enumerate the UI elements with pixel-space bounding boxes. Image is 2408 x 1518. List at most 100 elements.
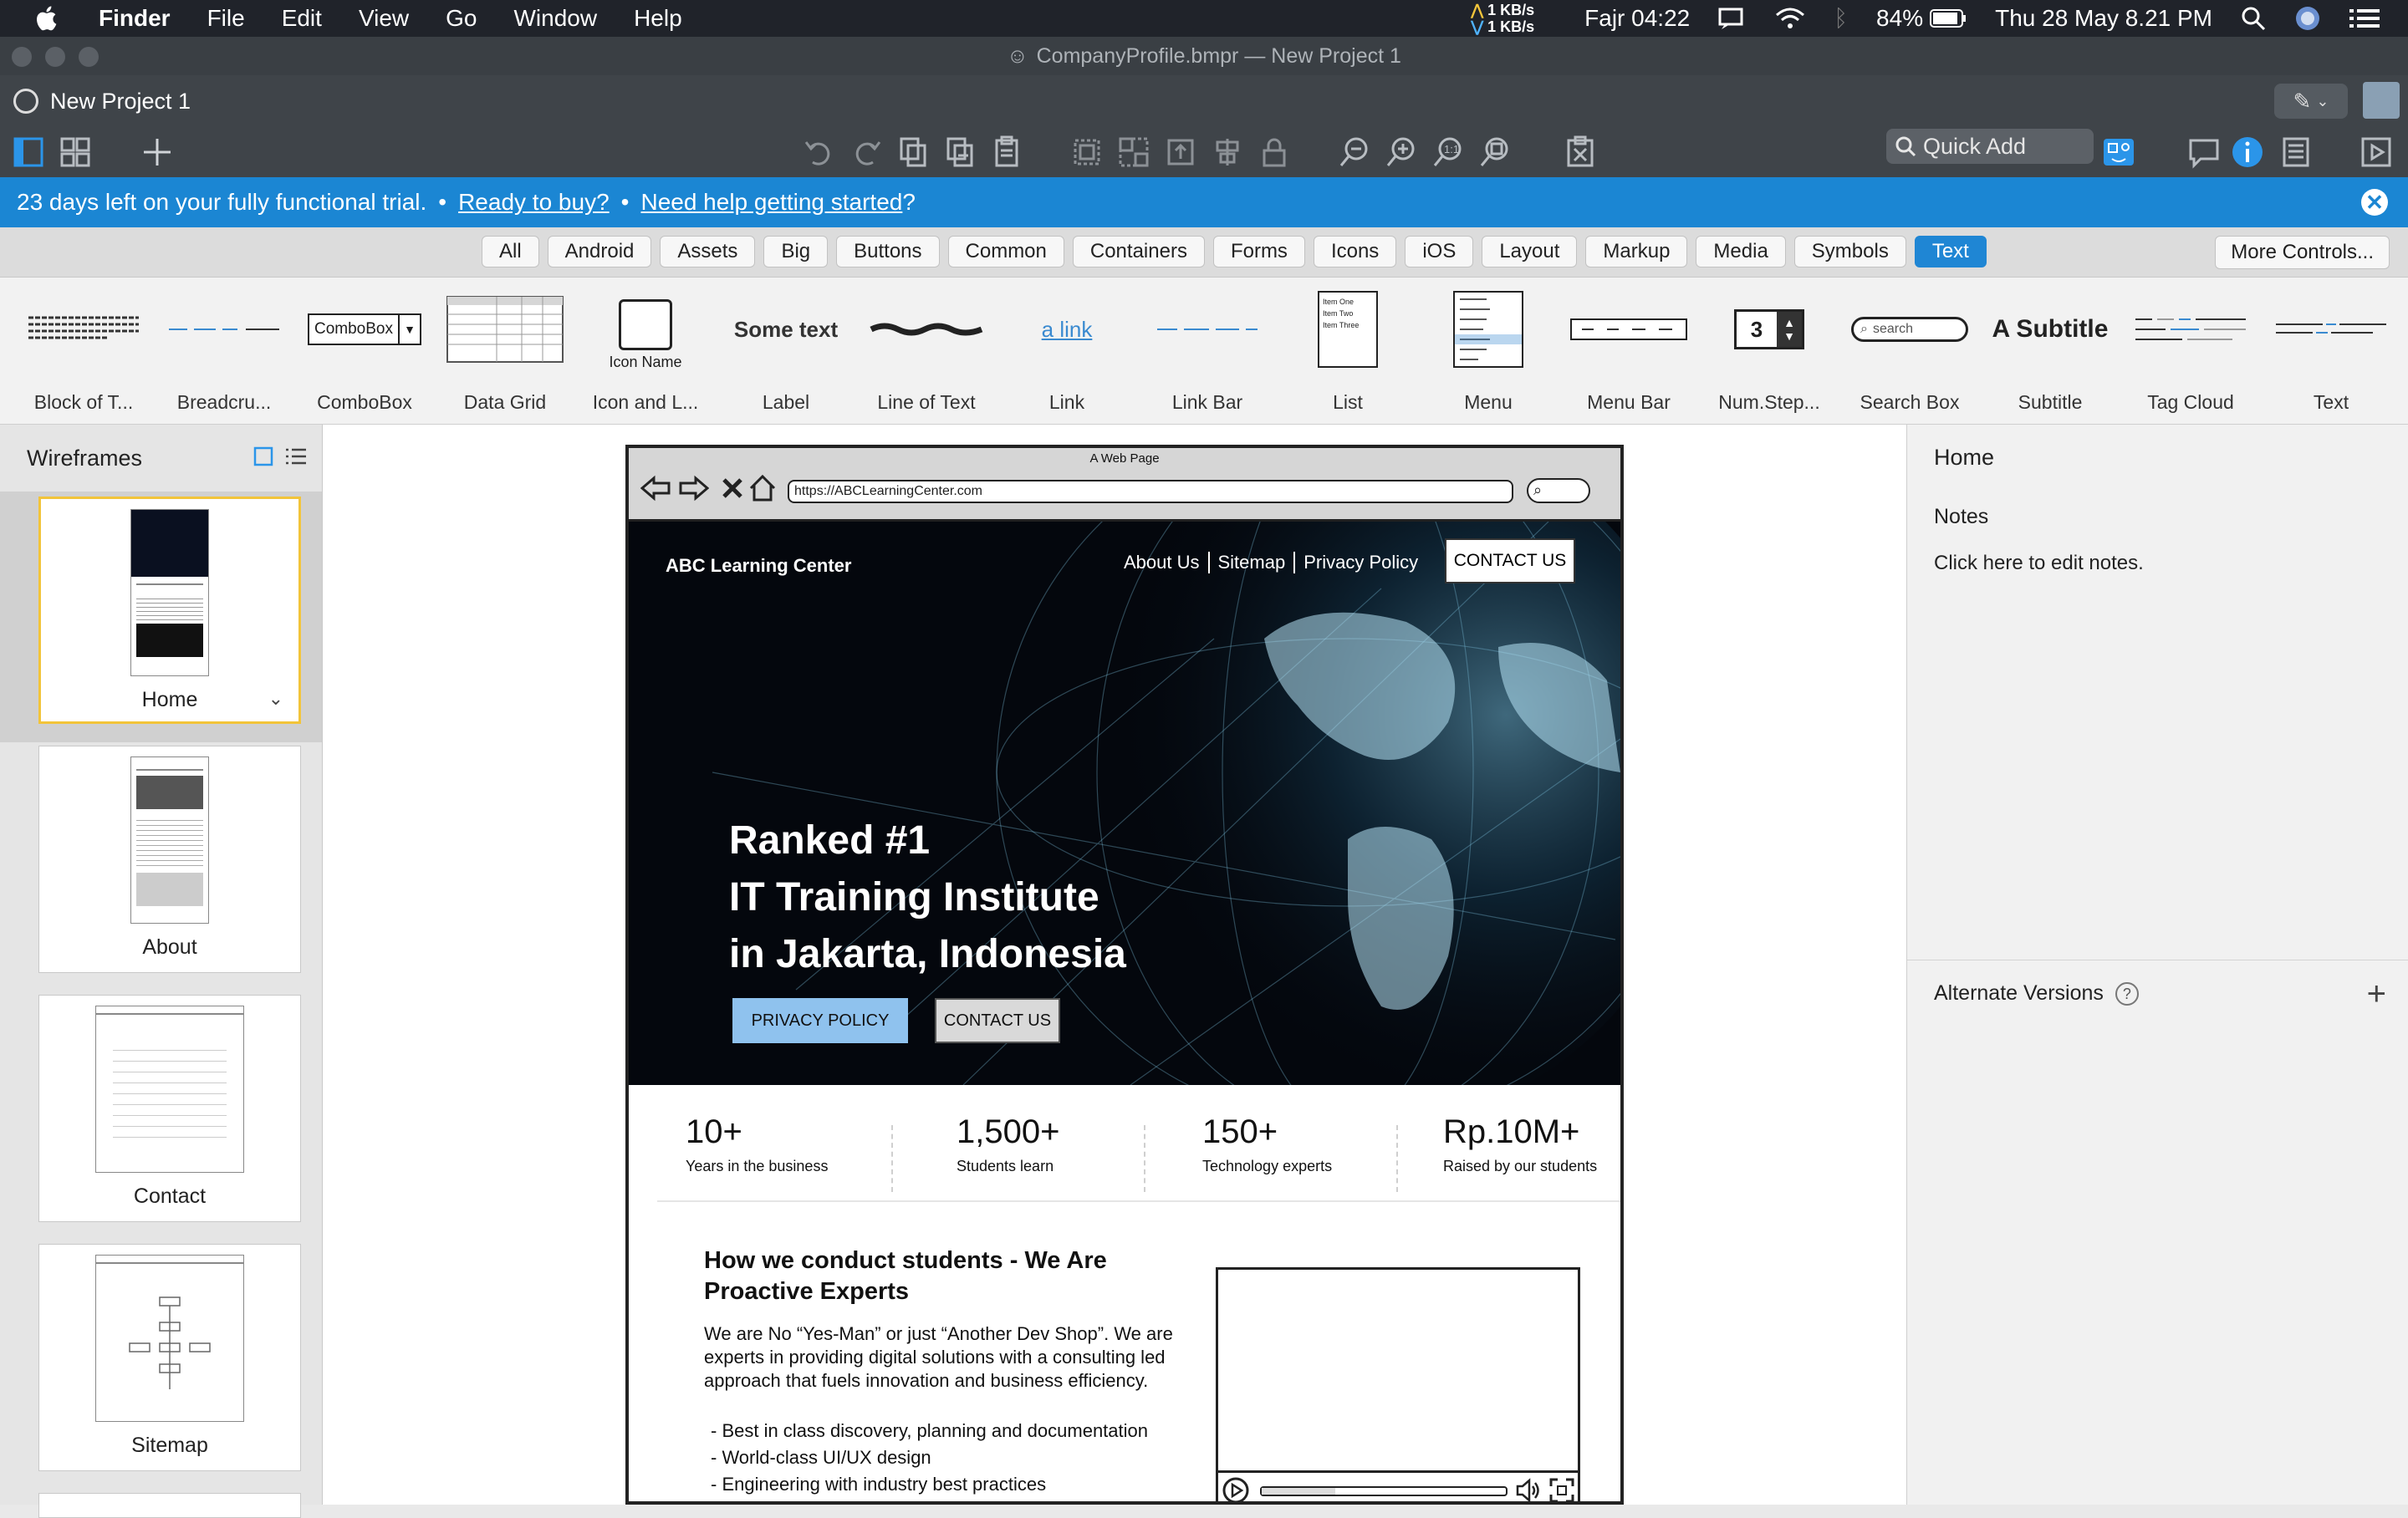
project-name[interactable]: New Project 1 [50, 89, 191, 115]
duplicate-icon[interactable] [941, 134, 978, 171]
browser-search-field[interactable]: ⌕ [1527, 478, 1590, 503]
notes-panel-icon[interactable] [2278, 134, 2314, 171]
filter-tab-ios[interactable]: iOS [1405, 236, 1474, 267]
nav-sitemap[interactable]: Sitemap [1210, 552, 1296, 573]
ready-to-buy-link[interactable]: Ready to buy? [458, 189, 610, 216]
menu-view[interactable]: View [359, 5, 409, 32]
mockup-canvas[interactable]: A Web Page https://ABCLearningCenter.com… [323, 425, 1906, 1505]
bluetooth-icon[interactable]: ᛒ [1834, 5, 1848, 32]
filter-tab-containers[interactable]: Containers [1072, 236, 1205, 267]
nav-contact-us-button[interactable]: CONTACT US [1445, 538, 1575, 583]
forward-arrow-icon[interactable] [679, 473, 709, 503]
quick-add-search[interactable]: Quick Add [1886, 129, 2094, 164]
menu-app-name[interactable]: Finder [99, 5, 171, 32]
fullscreen-icon[interactable] [1548, 1476, 1576, 1505]
single-view-icon[interactable] [10, 134, 47, 171]
close-banner-icon[interactable]: ✕ [2361, 189, 2388, 216]
filter-tab-big[interactable]: Big [763, 236, 829, 267]
library-item-combobox[interactable]: ComboBox ▼ ComboBox [294, 288, 435, 421]
actual-size-icon[interactable]: 1:1 [1430, 134, 1467, 171]
library-item-icon-and-label[interactable]: Icon Name Icon and L... [575, 288, 716, 421]
zoom-window-button[interactable] [79, 47, 99, 67]
page-thumb-contact[interactable]: Contact [38, 995, 301, 1222]
present-icon[interactable] [2358, 134, 2395, 171]
menu-file[interactable]: File [207, 5, 245, 32]
comments-icon[interactable] [2186, 134, 2222, 171]
lock-icon[interactable] [1256, 134, 1293, 171]
video-player[interactable] [1216, 1267, 1580, 1505]
wifi-icon[interactable] [1775, 7, 1805, 30]
library-item-tag-cloud[interactable]: Tag Cloud [2120, 288, 2261, 421]
user-avatar[interactable] [2363, 82, 2400, 119]
library-item-label[interactable]: Some text Label [716, 288, 856, 421]
bring-forward-icon[interactable] [1162, 134, 1199, 171]
library-item-text[interactable]: Text [2261, 288, 2401, 421]
align-icon[interactable] [1209, 134, 1246, 171]
notes-editor[interactable]: Click here to edit notes. [1934, 552, 2144, 575]
browser-window-mockup[interactable]: A Web Page https://ABCLearningCenter.com… [625, 445, 1624, 1505]
library-item-breadcrumbs[interactable]: Breadcru... [154, 288, 294, 421]
library-item-data-grid[interactable]: Data Grid [435, 288, 575, 421]
filter-tab-forms[interactable]: Forms [1212, 236, 1305, 267]
zoom-out-icon[interactable] [1336, 134, 1373, 171]
ungroup-icon[interactable] [1115, 134, 1152, 171]
battery-icon[interactable] [1930, 8, 1967, 28]
filter-tab-symbols[interactable]: Symbols [1793, 236, 1906, 267]
redo-icon[interactable] [848, 134, 885, 171]
spotlight-icon[interactable] [2241, 6, 2266, 31]
chevron-down-icon[interactable]: ⌄ [268, 688, 283, 710]
add-mockup-icon[interactable] [139, 134, 176, 171]
play-icon[interactable] [1222, 1476, 1250, 1505]
filter-tab-media[interactable]: Media [1696, 236, 1786, 267]
back-arrow-icon[interactable] [640, 473, 671, 503]
menu-edit[interactable]: Edit [282, 5, 322, 32]
filter-tab-layout[interactable]: Layout [1482, 236, 1578, 267]
menu-help[interactable]: Help [634, 5, 682, 32]
filter-tab-all[interactable]: All [482, 236, 539, 267]
library-item-subtitle[interactable]: A Subtitle Subtitle [1980, 288, 2120, 421]
zoom-fit-icon[interactable] [1477, 134, 1513, 171]
library-item-list[interactable]: Item One Item Two Item Three List [1278, 288, 1418, 421]
nav-about-us[interactable]: About Us [1115, 552, 1210, 573]
help-getting-started-link[interactable]: Need help getting started [640, 189, 902, 216]
url-bar[interactable]: https://ABCLearningCenter.com [788, 480, 1513, 503]
list-view-icon[interactable] [285, 446, 307, 466]
page-thumb-next[interactable] [38, 1493, 301, 1518]
close-window-button[interactable] [12, 47, 32, 67]
filter-tab-markup[interactable]: Markup [1585, 236, 1688, 267]
add-version-icon[interactable]: + [2367, 975, 2386, 1013]
prayer-time[interactable]: Fajr 04:22 [1584, 5, 1690, 32]
home-icon[interactable] [747, 473, 778, 503]
library-item-search-box[interactable]: ⌕ search Search Box [1839, 288, 1980, 421]
volume-icon[interactable] [1514, 1476, 1543, 1505]
privacy-policy-button[interactable]: PRIVACY POLICY [732, 998, 908, 1043]
quick-add-ui-icon[interactable] [2100, 134, 2137, 171]
video-progress-track[interactable] [1260, 1486, 1508, 1496]
close-x-icon[interactable] [717, 473, 747, 503]
siri-icon[interactable] [2294, 5, 2321, 32]
library-item-link-bar[interactable]: Link Bar [1137, 288, 1278, 421]
help-icon[interactable]: ? [2115, 981, 2139, 1006]
menu-go[interactable]: Go [446, 5, 477, 32]
more-controls-button[interactable]: More Controls... [2215, 236, 2390, 269]
notification-icon[interactable] [1718, 6, 1747, 31]
filter-tab-android[interactable]: Android [547, 236, 652, 267]
network-speed[interactable]: ⋀ 1 KB/s ⋁ 1 KB/s [1471, 2, 1534, 35]
library-item-menu-bar[interactable]: Menu Bar [1559, 288, 1699, 421]
library-item-numeric-stepper[interactable]: 3 ▲ ▼ Num.Step... [1699, 288, 1839, 421]
clear-selection-icon[interactable] [1562, 134, 1599, 171]
nav-privacy-policy[interactable]: Privacy Policy [1295, 552, 1426, 573]
info-icon[interactable] [2229, 134, 2266, 171]
apple-logo-icon[interactable] [33, 4, 62, 33]
control-center-icon[interactable] [2349, 7, 2380, 30]
edit-mode-button[interactable]: ✎ ⌄ [2274, 84, 2348, 119]
copy-icon[interactable] [895, 134, 931, 171]
filter-tab-text[interactable]: Text [1914, 236, 1987, 267]
contact-us-button[interactable]: CONTACT US [935, 998, 1060, 1043]
library-item-link[interactable]: a link Link [997, 288, 1137, 421]
filter-tab-common[interactable]: Common [947, 236, 1064, 267]
filter-tab-assets[interactable]: Assets [660, 236, 756, 267]
page-thumb-about[interactable]: About [38, 746, 301, 973]
thumbnail-view-icon[interactable] [253, 446, 273, 466]
minimize-window-button[interactable] [45, 47, 65, 67]
